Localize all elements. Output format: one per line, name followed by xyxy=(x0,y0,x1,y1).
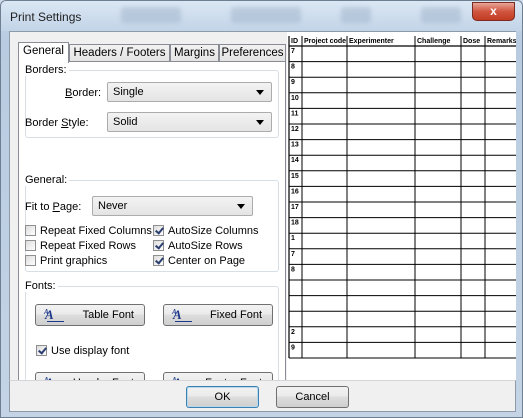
titlebar-blur xyxy=(121,7,181,23)
border-style-select[interactable]: Solid xyxy=(107,112,272,132)
row-label: 10 xyxy=(291,95,299,102)
print-settings-window: Print Settings x General Headers / Foote… xyxy=(0,0,523,418)
row-label: 13 xyxy=(291,142,299,149)
chevron-down-icon xyxy=(237,204,245,209)
font-icon-sup: A xyxy=(44,308,49,316)
border-label: Border: xyxy=(65,87,101,99)
window-title: Print Settings xyxy=(10,10,82,24)
column-header: Remarks xyxy=(487,38,516,45)
close-icon: x xyxy=(490,4,497,18)
row-label: 14 xyxy=(291,157,299,164)
tab-preferences[interactable]: Preferences xyxy=(219,44,286,62)
checkbox-box xyxy=(25,255,36,266)
tab-general[interactable]: General xyxy=(18,42,69,63)
fit-to-page-label: Fit to Page: xyxy=(25,201,81,213)
titlebar-blur xyxy=(231,7,301,23)
row-label: 8 xyxy=(291,266,295,273)
center-on-page-checkbox[interactable]: Center on Page xyxy=(153,255,245,268)
checkbox-box-checked xyxy=(153,225,164,236)
general-tab-panel: Borders: Border: Single Border Style: So… xyxy=(18,61,286,409)
row-label: 8 xyxy=(291,64,295,71)
checkbox-box xyxy=(25,225,36,236)
autosize-columns-checkbox[interactable]: AutoSize Columns xyxy=(153,225,259,238)
row-label: 1 xyxy=(291,235,295,242)
row-label: 7 xyxy=(291,48,295,55)
use-display-font-checkbox[interactable]: Use display font xyxy=(36,345,129,358)
tab-margins[interactable]: Margins xyxy=(170,44,219,62)
close-button[interactable]: x xyxy=(472,2,515,21)
border-select-value: Single xyxy=(113,86,144,98)
tab-label: General xyxy=(23,45,64,57)
tab-label: Preferences xyxy=(221,47,284,59)
fixed-font-label: Fixed Font xyxy=(210,309,262,321)
column-header: Dose xyxy=(463,38,480,45)
dialog-client-area: General Headers / Footers Margins Prefer… xyxy=(9,31,516,409)
row-label: 17 xyxy=(291,204,299,211)
checkbox-box xyxy=(25,240,36,251)
font-icon-sup: A xyxy=(172,308,177,316)
chevron-down-icon xyxy=(256,120,264,125)
checkbox-box-checked xyxy=(153,255,164,266)
fit-to-page-select[interactable]: Never xyxy=(92,196,253,216)
row-label: 9 xyxy=(291,344,295,351)
checkbox-box-checked xyxy=(36,345,47,356)
general-group-label: General: xyxy=(23,174,70,186)
chevron-down-icon xyxy=(256,90,264,95)
border-style-select-value: Solid xyxy=(113,116,138,128)
row-label: 2 xyxy=(291,329,295,336)
column-header: Challenge xyxy=(417,38,451,45)
borders-group-label: Borders: xyxy=(23,64,69,76)
row-label: 9 xyxy=(291,79,295,86)
row-label: 16 xyxy=(291,188,299,195)
tab-headers-footers[interactable]: Headers / Footers xyxy=(69,44,170,62)
checkbox-label: AutoSize Columns xyxy=(168,225,259,237)
ok-button[interactable]: OK xyxy=(186,386,259,408)
fonts-group-label: Fonts: xyxy=(23,280,58,292)
border-style-label: Border Style: xyxy=(25,117,89,129)
print-preview-grid: ID Project code Experimenter Challenge Dose R… xyxy=(287,32,516,380)
titlebar-blur xyxy=(421,7,461,23)
repeat-fixed-columns-checkbox[interactable]: Repeat Fixed Columns xyxy=(25,225,152,238)
title-bar[interactable]: Print Settings x xyxy=(1,1,522,31)
checkbox-label: Repeat Fixed Rows xyxy=(40,240,136,252)
fit-label-mnemonic: P xyxy=(52,201,60,213)
fit-label-text: Fit to xyxy=(25,201,53,213)
row-label: 15 xyxy=(291,173,299,180)
row-label: 11 xyxy=(291,110,299,117)
repeat-fixed-rows-checkbox[interactable]: Repeat Fixed Rows xyxy=(25,240,136,253)
fit-label-text: age: xyxy=(59,201,82,213)
checkbox-label: Repeat Fixed Columns xyxy=(40,225,152,237)
font-icon: AA xyxy=(44,307,64,323)
checkbox-label: Center on Page xyxy=(168,255,246,267)
checkbox-label: Print graphics xyxy=(40,255,108,267)
border-label-text: order: xyxy=(72,87,102,99)
font-icon: AA xyxy=(172,307,192,323)
tab-strip: General Headers / Footers Margins Prefer… xyxy=(18,42,286,63)
print-graphics-checkbox[interactable]: Print graphics xyxy=(25,255,107,268)
checkbox-label: AutoSize Rows xyxy=(168,240,243,252)
column-header: Experimenter xyxy=(349,38,394,45)
row-label: 18 xyxy=(291,220,299,227)
border-style-label-text: tyle: xyxy=(68,117,89,129)
row-label: 7 xyxy=(291,251,295,258)
checkbox-label: Use display font xyxy=(51,345,130,357)
dialog-footer: OK Cancel xyxy=(9,380,516,412)
autosize-rows-checkbox[interactable]: AutoSize Rows xyxy=(153,240,243,253)
table-font-label: Table Font xyxy=(82,309,134,321)
column-header: Project code xyxy=(304,38,346,45)
preview-grid-svg: ID Project code Experimenter Challenge Dose R… xyxy=(288,36,516,359)
row-label: 12 xyxy=(291,126,299,133)
column-header: ID xyxy=(291,38,298,45)
titlebar-blur xyxy=(341,7,371,23)
fit-select-value: Never xyxy=(98,200,128,212)
fixed-font-button[interactable]: AA Fixed Font xyxy=(163,304,273,326)
checkbox-box-checked xyxy=(153,240,164,251)
cancel-button[interactable]: Cancel xyxy=(276,386,349,408)
border-select[interactable]: Single xyxy=(107,82,272,102)
tab-label: Headers / Footers xyxy=(73,47,166,59)
table-font-button[interactable]: AA Table Font xyxy=(35,304,145,326)
border-style-label-text: Border xyxy=(25,117,62,129)
tab-label: Margins xyxy=(174,47,215,59)
